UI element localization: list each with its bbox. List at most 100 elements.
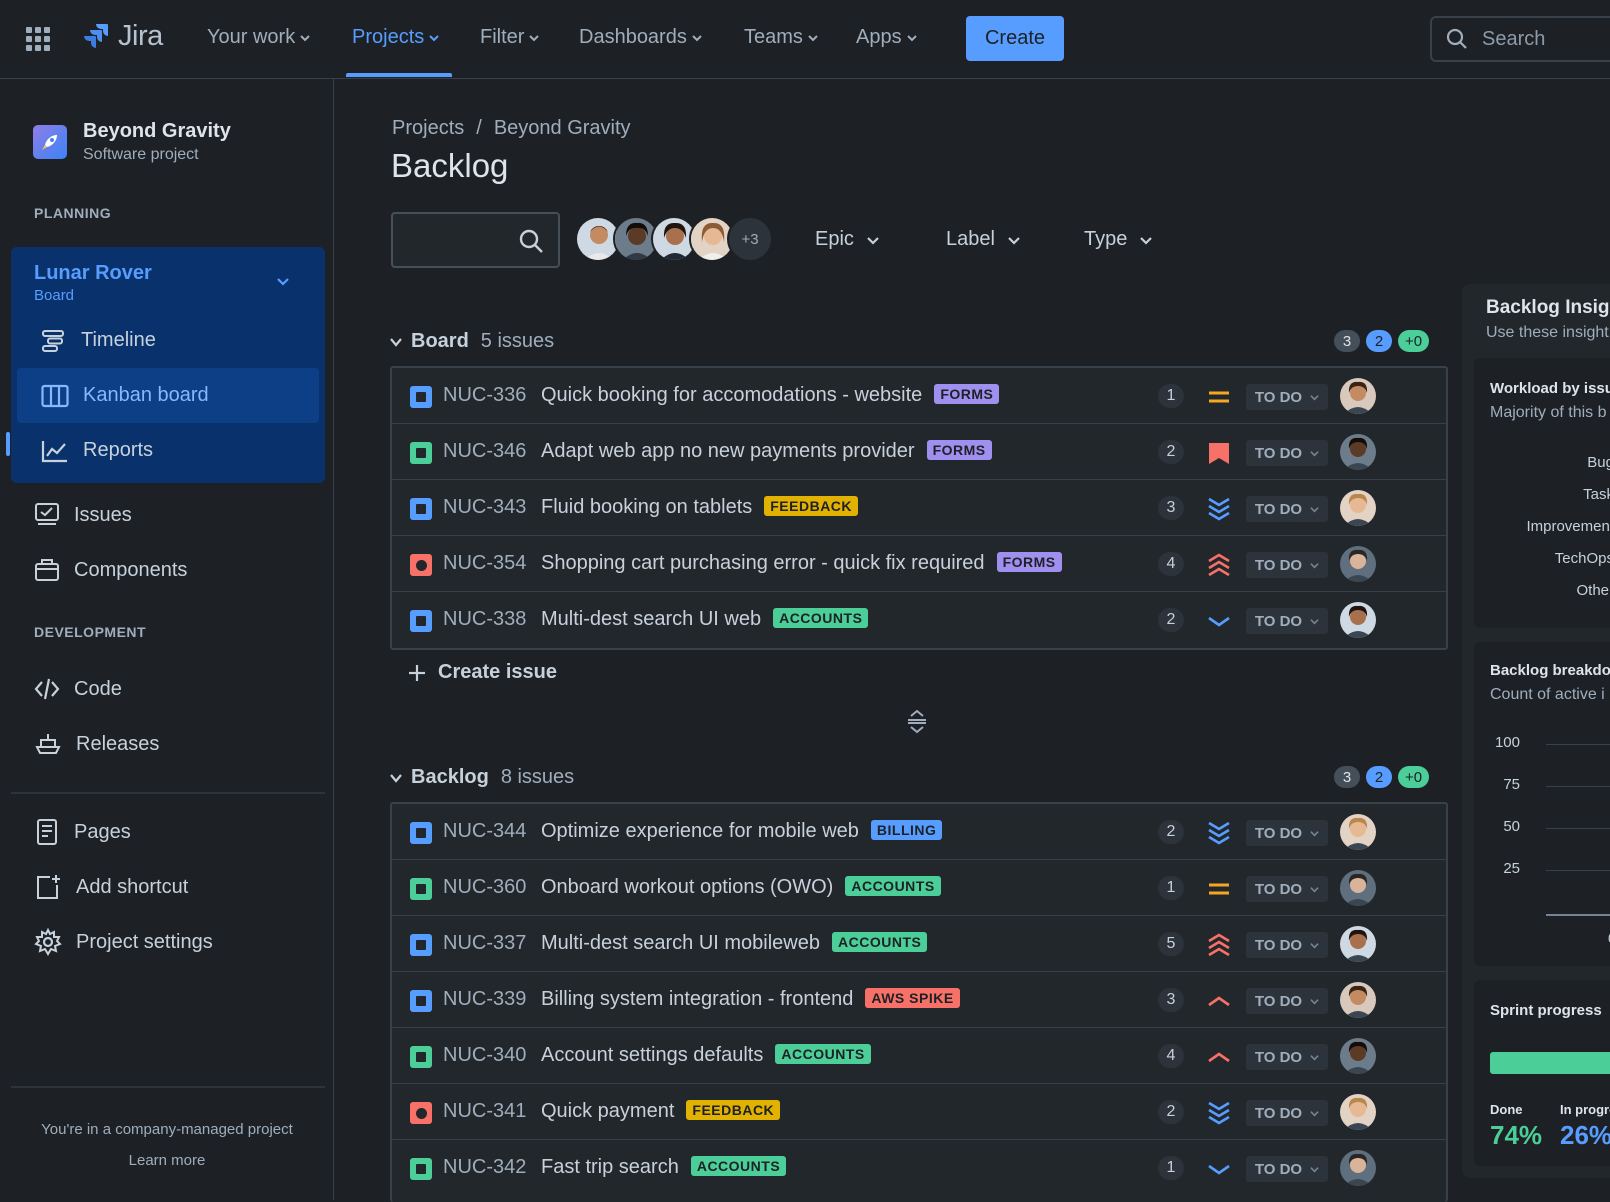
status-dropdown[interactable]: TO DO (1246, 608, 1328, 634)
issue-summary[interactable]: Fast trip search ACCOUNTS (541, 1156, 787, 1179)
status-dropdown[interactable]: TO DO (1246, 552, 1328, 578)
nav-filter[interactable]: Filter (480, 26, 540, 49)
assignee-avatar[interactable] (1340, 546, 1376, 582)
breadcrumb-project[interactable]: Beyond Gravity (494, 117, 631, 140)
chevron-down-icon[interactable] (276, 274, 290, 288)
sidebar-item-components[interactable]: Components (34, 557, 187, 583)
issue-summary[interactable]: Fluid booking on tablets FEEDBACK (541, 496, 859, 519)
sidebar-item-releases[interactable]: Releases (34, 731, 159, 757)
board-title[interactable]: Lunar Rover (34, 262, 152, 285)
issue-key[interactable]: NUC-337 (443, 932, 526, 955)
assignee-avatar-filter[interactable]: +3 (575, 216, 773, 264)
breadcrumb-projects[interactable]: Projects (392, 117, 464, 140)
issue-key[interactable]: NUC-340 (443, 1044, 526, 1067)
issue-summary[interactable]: Quick booking for accomodations - websit… (541, 384, 1000, 407)
issue-row[interactable]: NUC-360 Onboard workout options (OWO) ACCO… (392, 860, 1446, 916)
status-dropdown[interactable]: TO DO (1246, 384, 1328, 410)
status-dropdown[interactable]: TO DO (1246, 988, 1328, 1014)
nav-projects[interactable]: Projects (352, 26, 439, 49)
app-switcher-icon[interactable] (26, 27, 50, 51)
assignee-avatar[interactable] (1340, 982, 1376, 1018)
issue-summary[interactable]: Adapt web app no new payments provider FO… (541, 440, 992, 463)
issue-row[interactable]: NUC-342 Fast trip search ACCOUNTS 1 TO DO (392, 1140, 1446, 1196)
issue-summary[interactable]: Onboard workout options (OWO) ACCOUNTS (541, 876, 941, 899)
epic-filter-dropdown[interactable]: Epic (815, 228, 880, 251)
create-button[interactable]: Create (966, 16, 1064, 61)
assignee-avatar[interactable] (1340, 1038, 1376, 1074)
issue-key[interactable]: NUC-344 (443, 820, 526, 843)
project-header[interactable]: Beyond Gravity Software project (33, 120, 231, 164)
issue-key[interactable]: NUC-336 (443, 384, 526, 407)
sidebar-item-reports[interactable]: Reports (17, 423, 319, 478)
drag-resize-icon[interactable] (905, 708, 929, 734)
issue-key[interactable]: NUC-346 (443, 440, 526, 463)
issue-row[interactable]: NUC-343 Fluid booking on tablets FEEDBACK 3… (392, 480, 1446, 536)
status-dropdown[interactable]: TO DO (1246, 1044, 1328, 1070)
assignee-avatar[interactable] (1340, 870, 1376, 906)
sidebar-item-kanban-board[interactable]: Kanban board (17, 368, 319, 423)
status-dropdown[interactable]: TO DO (1246, 876, 1328, 902)
sidebar-item-issues[interactable]: Issues (34, 502, 132, 528)
sidebar-item-add-shortcut[interactable]: Add shortcut (34, 873, 188, 901)
more-assignees-badge[interactable]: +3 (727, 216, 773, 262)
status-dropdown[interactable]: TO DO (1246, 496, 1328, 522)
issue-key[interactable]: NUC-354 (443, 552, 526, 575)
assignee-avatar[interactable] (1340, 814, 1376, 850)
issue-key[interactable]: NUC-343 (443, 496, 526, 519)
issue-summary[interactable]: Billing system integration - frontend AWS… (541, 988, 960, 1011)
status-dropdown[interactable]: TO DO (1246, 1156, 1328, 1182)
issue-summary[interactable]: Multi-dest search UI mobileweb ACCOUNTS (541, 932, 928, 955)
issue-row[interactable]: NUC-336 Quick booking for accomodations -… (392, 368, 1446, 424)
create-issue-button[interactable]: Create issue (408, 661, 557, 684)
assignee-avatar[interactable] (1340, 490, 1376, 526)
sprint-progress-card[interactable]: Sprint progress Done 74% In progre 26% (1474, 980, 1610, 1166)
issue-row[interactable]: NUC-338 Multi-dest search UI web ACCOUNTS 2… (392, 592, 1446, 648)
status-dropdown[interactable]: TO DO (1246, 820, 1328, 846)
backlog-search-input[interactable] (391, 212, 560, 268)
assignee-avatar[interactable] (1340, 378, 1376, 414)
workload-card[interactable]: Workload by issu Majority of this b Bug … (1474, 358, 1610, 628)
learn-more-link[interactable]: Learn more (0, 1152, 334, 1169)
sidebar-item-project-settings[interactable]: Project settings (34, 928, 213, 956)
board-group-header[interactable]: Board 5 issues (389, 330, 554, 353)
issue-summary[interactable]: Account settings defaults ACCOUNTS (541, 1044, 871, 1067)
label-filter-dropdown[interactable]: Label (946, 228, 1021, 251)
status-dropdown[interactable]: TO DO (1246, 932, 1328, 958)
issue-row[interactable]: NUC-337 Multi-dest search UI mobileweb ACC… (392, 916, 1446, 972)
issue-row[interactable]: NUC-354 Shopping cart purchasing error - … (392, 536, 1446, 592)
issue-key[interactable]: NUC-339 (443, 988, 526, 1011)
issue-row[interactable]: NUC-341 Quick payment FEEDBACK 2 TO DO (392, 1084, 1446, 1140)
issue-row[interactable]: NUC-344 Optimize experience for mobile we… (392, 804, 1446, 860)
type-filter-dropdown[interactable]: Type (1084, 228, 1153, 251)
backlog-breakdown-card[interactable]: Backlog breakdov Count of active i 100 7… (1474, 642, 1610, 966)
issue-row[interactable]: NUC-346 Adapt web app no new payments pro… (392, 424, 1446, 480)
assignee-avatar[interactable] (1340, 602, 1376, 638)
nav-apps[interactable]: Apps (856, 26, 917, 49)
sidebar-item-timeline[interactable]: Timeline (17, 313, 319, 368)
global-search-input[interactable]: Search (1430, 16, 1610, 62)
issue-row[interactable]: NUC-340 Account settings defaults ACCOUNTS… (392, 1028, 1446, 1084)
priority-low-icon (1206, 608, 1232, 634)
issue-key[interactable]: NUC-342 (443, 1156, 526, 1179)
assignee-avatar[interactable] (1340, 926, 1376, 962)
issue-summary[interactable]: Optimize experience for mobile web BILLIN… (541, 820, 943, 843)
nav-your-work[interactable]: Your work (207, 26, 310, 49)
issue-key[interactable]: NUC-338 (443, 608, 526, 631)
issue-summary[interactable]: Shopping cart purchasing error - quick f… (541, 552, 1062, 575)
nav-dashboards[interactable]: Dashboards (579, 26, 702, 49)
sidebar-item-pages[interactable]: Pages (34, 818, 131, 846)
status-dropdown[interactable]: TO DO (1246, 1100, 1328, 1126)
issue-summary[interactable]: Quick payment FEEDBACK (541, 1100, 781, 1123)
issue-key[interactable]: NUC-341 (443, 1100, 526, 1123)
issue-summary[interactable]: Multi-dest search UI web ACCOUNTS (541, 608, 869, 631)
issue-key[interactable]: NUC-360 (443, 876, 526, 899)
backlog-group-header[interactable]: Backlog 8 issues (389, 766, 574, 789)
assignee-avatar[interactable] (1340, 1150, 1376, 1186)
status-dropdown[interactable]: TO DO (1246, 440, 1328, 466)
assignee-avatar[interactable] (1340, 1094, 1376, 1130)
assignee-avatar[interactable] (1340, 434, 1376, 470)
sidebar-item-code[interactable]: Code (34, 676, 122, 702)
nav-teams[interactable]: Teams (744, 26, 818, 49)
issue-row[interactable]: NUC-339 Billing system integration - fron… (392, 972, 1446, 1028)
jira-logo[interactable]: Jira (82, 20, 163, 53)
